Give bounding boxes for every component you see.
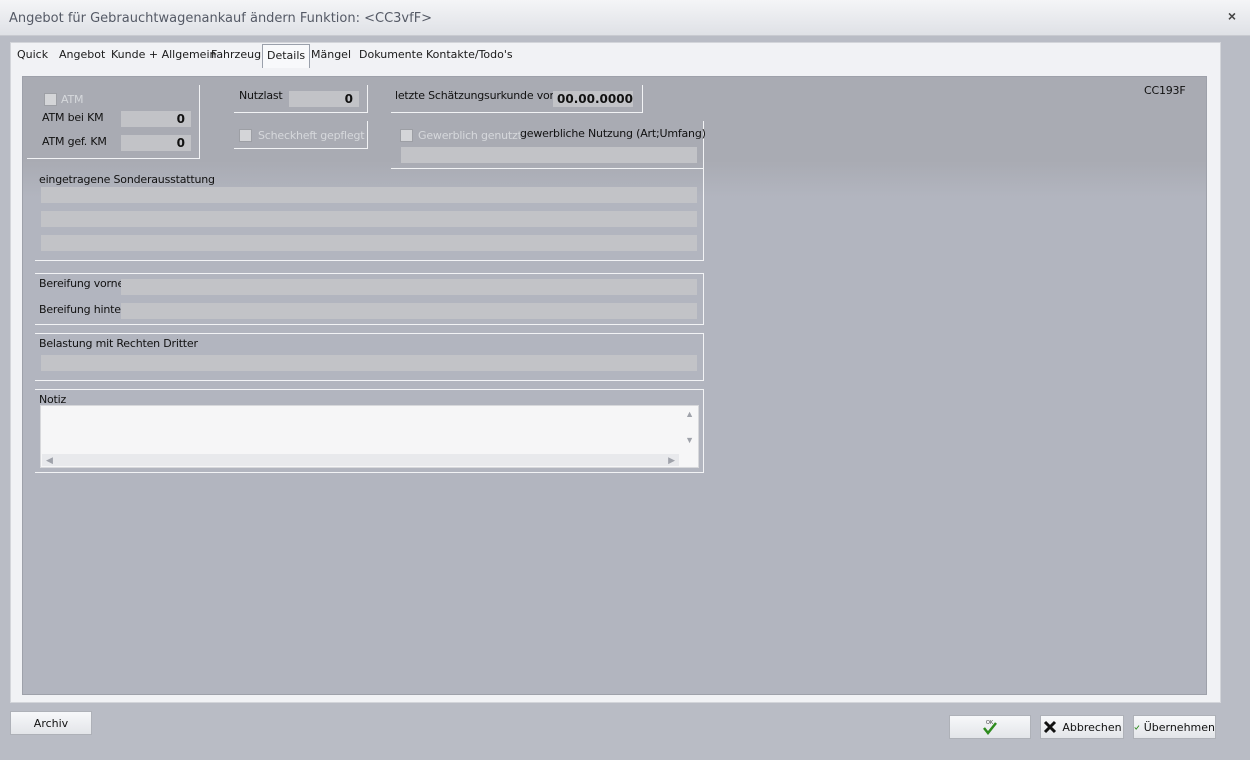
bereifung-vorne-field[interactable]	[121, 279, 697, 295]
tab-kunde-allgemein[interactable]: Kunde + Allgemein	[111, 48, 216, 68]
sonderausstattung-line-1[interactable]	[41, 187, 697, 203]
archiv-button-label: Archiv	[33, 716, 69, 730]
details-panel: CC193F ATM ATM bei KM 0 ATM gef. KM 0 Nu…	[22, 76, 1207, 695]
belastung-field[interactable]	[41, 355, 697, 371]
abbrechen-button[interactable]: Abbrechen	[1040, 715, 1124, 739]
nutzlast-field[interactable]: 0	[289, 91, 359, 107]
belastung-label: Belastung mit Rechten Dritter	[39, 337, 198, 350]
tab-kontakte-todos[interactable]: Kontakte/Todo's	[426, 48, 513, 68]
bereifung-hinten-field[interactable]	[121, 303, 697, 319]
ok-icon-text: OK	[986, 720, 994, 726]
sonderausstattung-label: eingetragene Sonderausstattung	[39, 173, 215, 186]
tab-dokumente[interactable]: Dokumente	[359, 48, 423, 68]
gewerblich-checkbox-label: Gewerblich genutzt	[418, 129, 522, 142]
tab-quick[interactable]: Quick	[17, 48, 48, 68]
gewerblich-checkbox[interactable]	[400, 129, 413, 142]
schaetzung-date-field[interactable]: 00.00.0000	[553, 91, 633, 107]
atm-gef-km-field[interactable]: 0	[121, 135, 191, 151]
uebernehmen-button[interactable]: Übernehmen	[1133, 715, 1216, 739]
tab-fahrzeug[interactable]: Fahrzeug	[211, 48, 261, 68]
scroll-right-icon[interactable]: ▶	[668, 455, 675, 466]
notiz-textarea[interactable]: ▲ ▼ ◀ ▶	[40, 405, 699, 468]
atm-gef-km-label: ATM gef. KM	[42, 135, 107, 148]
sonderausstattung-line-3[interactable]	[41, 235, 697, 251]
gewerbliche-nutzung-field[interactable]	[401, 147, 697, 163]
schaetzung-label: letzte Schätzungsurkunde vom	[395, 89, 561, 102]
title-bar: Angebot für Gebrauchtwagenankauf ändern …	[0, 0, 1250, 36]
ok-button[interactable]: OK	[949, 715, 1031, 739]
atm-checkbox[interactable]	[44, 93, 57, 106]
gewerbliche-nutzung-label: gewerbliche Nutzung (Art;Umfang)	[520, 127, 706, 140]
tab-maengel[interactable]: Mängel	[311, 48, 351, 68]
window-title: Angebot für Gebrauchtwagenankauf ändern …	[9, 11, 433, 26]
checkmark-icon	[1134, 725, 1140, 730]
tab-bar: Quick Angebot Kunde + Allgemein Fahrzeug…	[11, 43, 1220, 68]
scroll-down-icon[interactable]: ▼	[685, 435, 694, 445]
atm-bei-km-field[interactable]: 0	[121, 111, 191, 127]
scroll-up-icon[interactable]: ▲	[685, 409, 694, 419]
screen-code: CC193F	[1144, 84, 1186, 97]
archiv-button[interactable]: Archiv	[10, 711, 92, 735]
bereifung-hinten-label: Bereifung hinten	[39, 303, 128, 316]
horizontal-scrollbar[interactable]: ◀ ▶	[42, 454, 679, 466]
sonderausstattung-line-2[interactable]	[41, 211, 697, 227]
close-icon[interactable]: ×	[1228, 8, 1236, 24]
bereifung-vorne-label: Bereifung vorne	[39, 277, 125, 290]
scheckheft-checkbox[interactable]	[239, 129, 252, 142]
abbrechen-label: Abbrechen	[1062, 720, 1122, 734]
x-icon	[1044, 720, 1057, 734]
scheckheft-label: Scheckheft gepflegt	[258, 129, 365, 142]
atm-checkbox-label: ATM	[61, 93, 84, 106]
uebernehmen-label: Übernehmen	[1143, 720, 1215, 734]
atm-bei-km-label: ATM bei KM	[42, 111, 104, 124]
nutzlast-label: Nutzlast	[239, 89, 283, 102]
tab-angebot[interactable]: Angebot	[59, 48, 105, 68]
checkmark-icon: OK	[983, 720, 997, 735]
dialog-body: Quick Angebot Kunde + Allgemein Fahrzeug…	[10, 42, 1221, 703]
tab-details[interactable]: Details	[262, 44, 311, 68]
scroll-left-icon[interactable]: ◀	[46, 455, 53, 466]
